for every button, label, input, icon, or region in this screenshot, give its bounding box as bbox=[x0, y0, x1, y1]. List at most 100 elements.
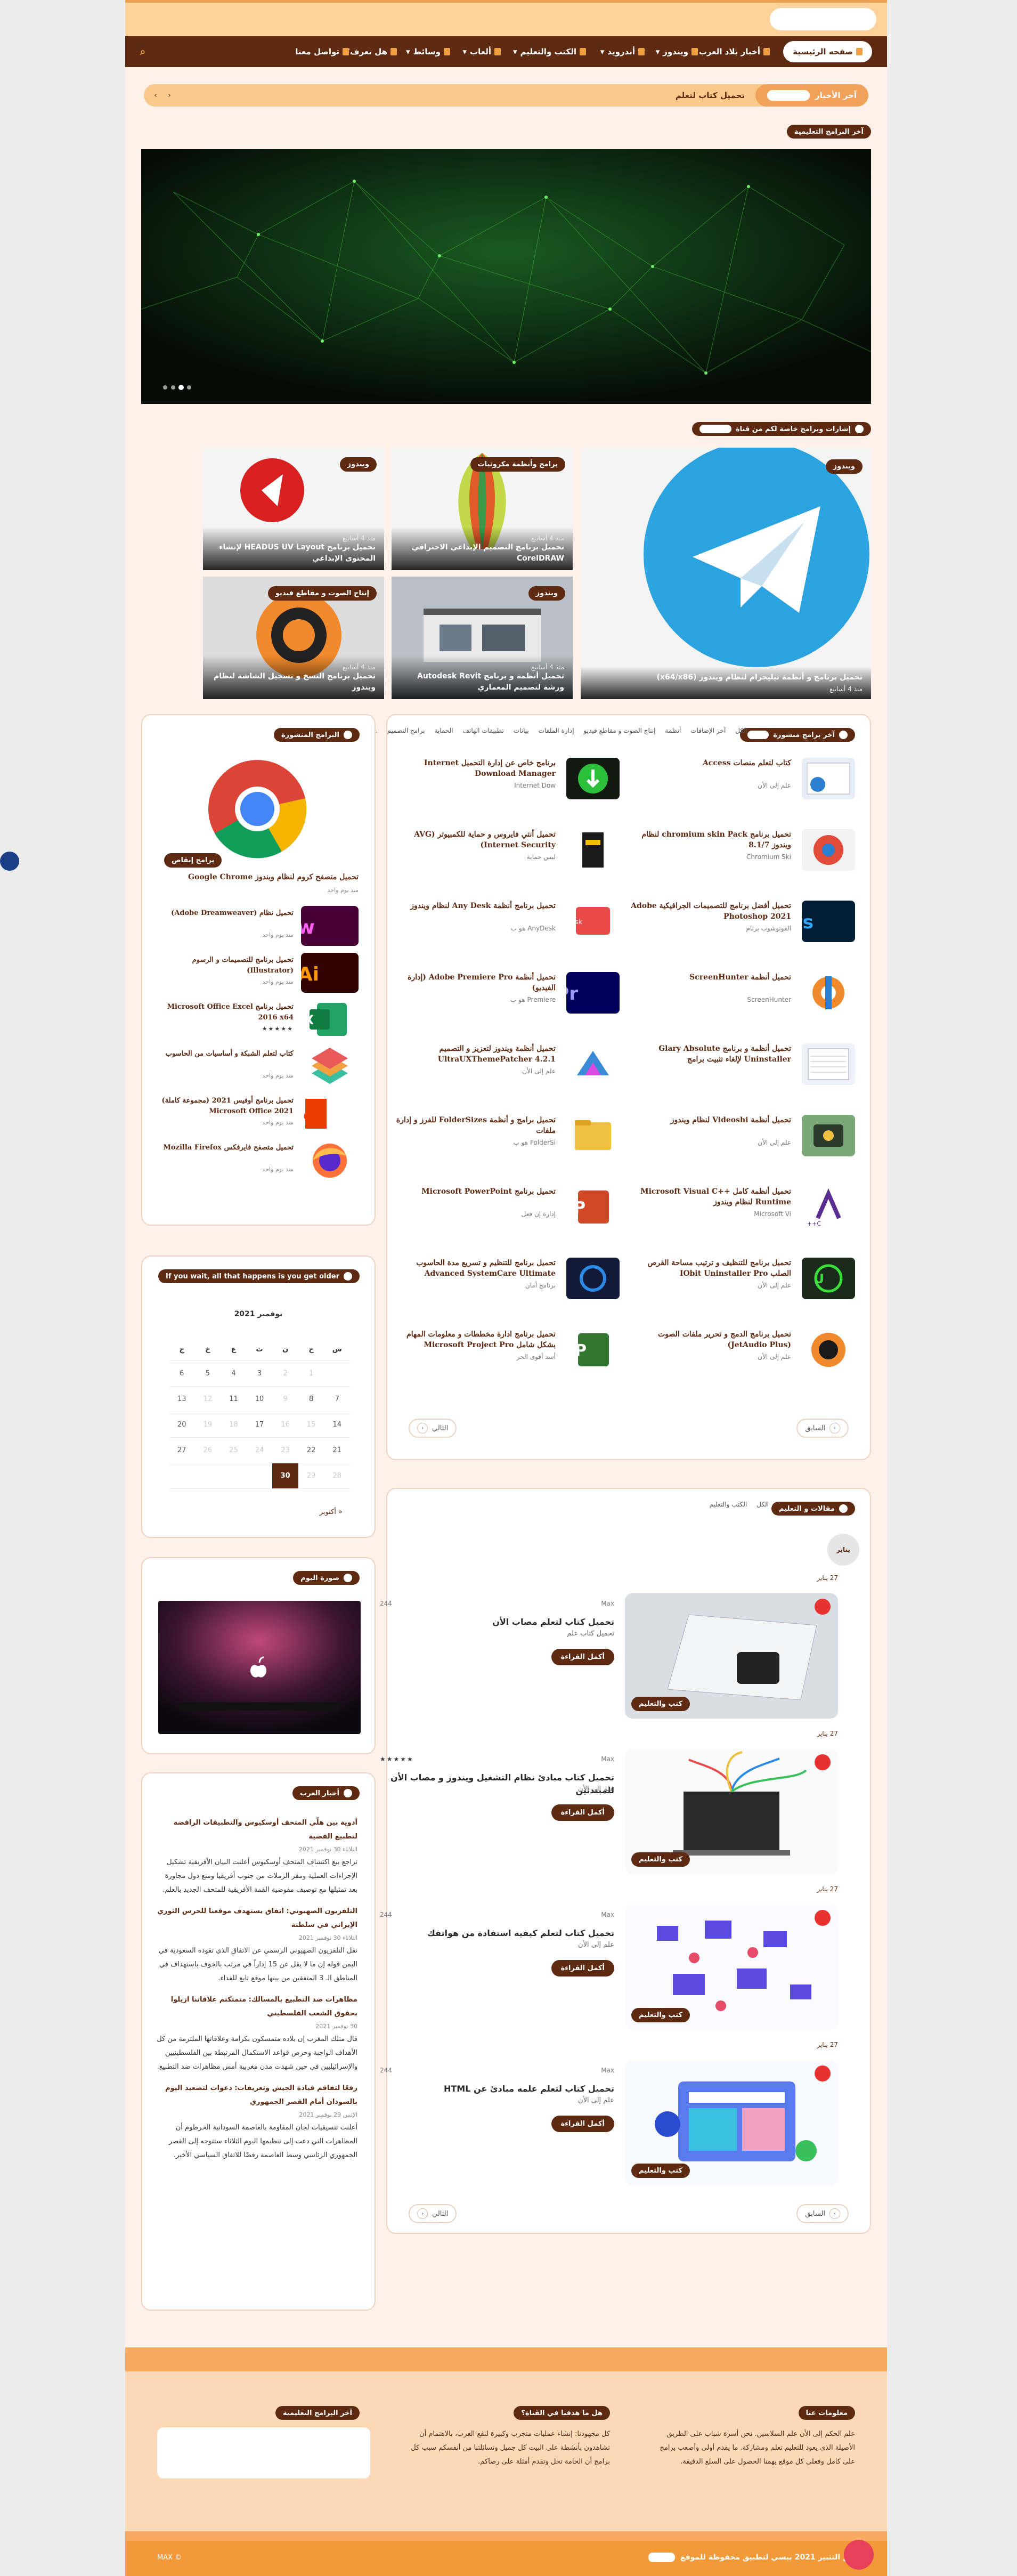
software-title[interactable]: تحميل برنامج Microsoft PowerPoint bbox=[390, 1186, 556, 1197]
accessibility-icon[interactable] bbox=[0, 852, 19, 871]
card-title[interactable]: تحميل برنامج النسخ و تسجيل الشاشة لنظام … bbox=[211, 671, 376, 693]
search-icon[interactable]: ⌕ bbox=[140, 36, 145, 67]
next-button[interactable]: التالي ‹ bbox=[409, 1419, 457, 1438]
software-title[interactable]: تحميل برنامج ادارة مخططات و معلومات المه… bbox=[390, 1329, 556, 1351]
featured-card[interactable]: برامج وأنظمة مكرونيات منذ 4 أسابيع تحميل… bbox=[392, 448, 573, 570]
popular-item[interactable]: X تحميل برنامج Microsoft Office Excel 20… bbox=[156, 1000, 359, 1040]
calendar-prev-link[interactable]: « أكتوبر bbox=[320, 1508, 343, 1516]
software-item[interactable]: تحميل برنامج الدمج و تحرير ملفات الصوت (… bbox=[626, 1329, 855, 1382]
card-category[interactable]: ويندوز bbox=[825, 459, 863, 474]
article-category[interactable]: كتب والتعليم bbox=[631, 2008, 690, 2022]
popular-item[interactable]: Dw تحميل نظام (Adobe Dreamweaver) منذ يو… bbox=[156, 906, 359, 946]
tab[interactable]: إدارة الملفات bbox=[539, 727, 574, 734]
popular-item-title[interactable]: تحميل نظام (Adobe Dreamweaver) bbox=[155, 908, 294, 919]
nav-item-did-you-know[interactable]: هل تعرف؟ bbox=[345, 36, 397, 67]
software-item[interactable]: Pr تحميل أنظمة Adobe Premiere Pro (إدارة… bbox=[390, 972, 620, 1025]
software-title[interactable]: تحميل أنظمة كامل Microsoft Visual C++ Ru… bbox=[626, 1186, 791, 1208]
popular-item[interactable]: Offi تحميل برنامج أوفيس 2021 (مجموعة كام… bbox=[156, 1093, 359, 1133]
article-category[interactable]: كتب والتعليم bbox=[631, 1852, 690, 1867]
software-title[interactable]: تحميل برامج و أنظمة FolderSizes للفرز و … bbox=[390, 1115, 556, 1137]
articles-next[interactable]: التالي ‹ bbox=[409, 2204, 457, 2223]
software-item[interactable]: تحميل أنتي فايروس و حماية للكمبيوتر (AVG… bbox=[390, 829, 620, 882]
software-item[interactable]: U تحميل برنامج للتنظيف و ترتيب مساحة الق… bbox=[626, 1258, 855, 1311]
popular-featured-title[interactable]: تحميل متصفح كروم لنظام ويندوز Google Chr… bbox=[156, 873, 359, 881]
popular-item-title[interactable]: تحميل متصفح فايرفكس Mozilla Firefox bbox=[155, 1143, 294, 1153]
software-item[interactable]: C++ تحميل أنظمة كامل Microsoft Visual C+… bbox=[626, 1186, 855, 1240]
article-item[interactable]: 27 يناير كتب والتعليم Max ★★★★★ تحميل كتا… bbox=[369, 1730, 838, 1875]
tab[interactable]: برامج التصميم bbox=[387, 727, 425, 734]
footer-subscribe-box[interactable] bbox=[157, 2427, 370, 2478]
article-title[interactable]: تحميل كتاب لتعلم علمه مبادئ عن HTML bbox=[380, 2083, 614, 2095]
software-title[interactable]: تحميل أنظمة Videoshi لنظام ويندوز bbox=[626, 1115, 791, 1125]
software-item[interactable]: تحميل أنظمة ScreenHunter ScreenHunter bbox=[626, 972, 855, 1025]
software-item[interactable]: تحميل برنامج للتنظيم و تسريع مدة الحاسوب… bbox=[390, 1258, 620, 1311]
popular-item-title[interactable]: تحميل برنامج Microsoft Office Excel 2016… bbox=[155, 1002, 294, 1023]
card-category[interactable]: ويندوز bbox=[339, 457, 377, 472]
nav-item-windows[interactable]: ويندوز ▾ bbox=[656, 36, 698, 67]
ticker-prev-icon[interactable]: ‹ bbox=[164, 90, 175, 101]
ticker-next-icon[interactable]: › bbox=[150, 90, 161, 101]
software-item[interactable]: تحميل أنظمة ويندوز لتعزيز و التصميم Ultr… bbox=[390, 1043, 620, 1097]
search-input[interactable] bbox=[770, 8, 876, 30]
article-title[interactable]: تحميل كتاب لتعلم مصاب الأن bbox=[380, 1616, 614, 1629]
tab[interactable]: بيانات bbox=[514, 727, 529, 734]
software-item[interactable]: برنامج خاص عن إدارة التحميل Internet Dow… bbox=[390, 758, 620, 811]
card-category[interactable]: ويندوز bbox=[528, 586, 565, 601]
read-more-button[interactable]: أكمل القراءة bbox=[551, 1960, 614, 1976]
prev-button[interactable]: › السابق bbox=[796, 1419, 849, 1438]
featured-card[interactable]: إنتاج الصوت و مقاطع فيديو منذ 4 أسابيع ت… bbox=[203, 577, 384, 699]
software-item[interactable]: تحميل أنظمة و برنامج Glary Absolute Unin… bbox=[626, 1043, 855, 1097]
calendar-today[interactable]: 30 bbox=[272, 1463, 298, 1489]
card-category[interactable]: برامج وأنظمة مكرونيات bbox=[470, 457, 565, 472]
featured-card[interactable]: ويندوز منذ 4 أسابيع تحميل أنظمة و برنامج… bbox=[392, 577, 573, 699]
nav-item-arab-news[interactable]: أخبار بلاد العرب bbox=[699, 36, 770, 67]
software-title[interactable]: تحميل برنامج للتنظيف و ترتيب مساحة القرص… bbox=[626, 1258, 791, 1279]
article-title[interactable]: تحميل كتاب لتعلم كيفية استفادة من هواتفك bbox=[380, 1927, 614, 1940]
popular-item-title[interactable]: تحميل برنامج للتصميمات و الرسوم (Illustr… bbox=[155, 955, 294, 976]
image-widget-photo[interactable] bbox=[158, 1601, 361, 1734]
card-title[interactable]: تحميل برنامج و أنظمة تيليجرام لنظام ويند… bbox=[589, 672, 863, 683]
tab[interactable]: الكل bbox=[756, 1501, 769, 1508]
software-title[interactable]: تحميل أنظمة و برنامج Glary Absolute Unin… bbox=[626, 1043, 791, 1065]
news-title[interactable]: مظاهرات ضد التطبيع بالمسالك: متمتكتم علا… bbox=[155, 1993, 357, 2021]
software-title[interactable]: تحميل برنامج أنظمة Any Desk لنظام ويندوز bbox=[390, 901, 556, 911]
popular-item[interactable]: Ai تحميل برنامج للتصميمات و الرسوم (Illu… bbox=[156, 953, 359, 993]
featured-card[interactable]: ويندوز تحميل برنامج و أنظمة تيليجرام لنظ… bbox=[581, 448, 871, 699]
article-item[interactable]: 27 يناير كتب والتعليم Max 244 تحميل كتاب … bbox=[369, 1885, 838, 2030]
nav-item-games[interactable]: ألعاب ▾ bbox=[463, 36, 501, 67]
software-title[interactable]: تحميل برنامج الدمج و تحرير ملفات الصوت (… bbox=[626, 1329, 791, 1351]
software-title[interactable]: كتاب لتعلم منصات Access bbox=[626, 758, 791, 768]
tab[interactable]: إنتاج الصوت و مقاطع فيديو bbox=[584, 727, 656, 734]
software-item[interactable]: تحميل برنامج chromium skin Pack لنظام وي… bbox=[626, 829, 855, 882]
popular-item-title[interactable]: تحميل برنامج أوفيس 2021 (مجموعة كاملة) M… bbox=[155, 1096, 294, 1116]
nav-item-books[interactable]: الكتب والتعليم ▾ bbox=[513, 36, 586, 67]
software-title[interactable]: تحميل أنظمة Adobe Premiere Pro (إدارة ال… bbox=[390, 972, 556, 994]
article-category[interactable]: كتب والتعليم bbox=[631, 2164, 690, 2178]
software-next[interactable]: التالي ‹ bbox=[409, 1419, 457, 1438]
card-title[interactable]: تحميل برنامج التصميم الإبداعي الاحترافي … bbox=[400, 542, 564, 564]
article-item[interactable]: 27 يناير كتب والتعليم Max 244 تحميل كتاب … bbox=[369, 1574, 838, 1719]
tab[interactable]: تطبيقات الهاتف bbox=[463, 727, 504, 734]
featured-card[interactable]: HEADUS ويندوز منذ 4 أسابيع تحميل برنامج … bbox=[203, 448, 384, 570]
read-more-button[interactable]: أكمل القراءة bbox=[551, 2116, 614, 2132]
articles-prev[interactable]: › السابق bbox=[796, 2204, 849, 2223]
software-title[interactable]: تحميل أنتي فايروس و حماية للكمبيوتر (AVG… bbox=[390, 829, 556, 851]
article-category[interactable]: كتب والتعليم bbox=[631, 1697, 690, 1711]
tab[interactable]: الكل bbox=[735, 727, 747, 734]
software-title[interactable]: تحميل برنامج للتنظيم و تسريع مدة الحاسوب… bbox=[390, 1258, 556, 1279]
news-title[interactable]: رفعًا لتفاقم قيادة الجيش وتعريفات: دعوات… bbox=[155, 2081, 357, 2109]
nav-item-contact[interactable]: تواصل معنا bbox=[295, 36, 349, 67]
read-more-button[interactable]: أكمل القراءة bbox=[551, 1649, 614, 1665]
software-title[interactable]: تحميل أفضل برنامج للتصميمات الجرافيكية A… bbox=[626, 901, 791, 922]
popular-item[interactable]: تحميل متصفح فايرفكس Mozilla Firefox منذ … bbox=[156, 1140, 359, 1180]
software-item[interactable]: Ps تحميل أفضل برنامج للتصميمات الجرافيكي… bbox=[626, 901, 855, 954]
software-item[interactable]: P تحميل برنامج Microsoft PowerPoint إدار… bbox=[390, 1186, 620, 1240]
software-title[interactable]: تحميل برنامج chromium skin Pack لنظام وي… bbox=[626, 829, 791, 851]
software-title[interactable]: برنامج خاص عن إدارة التحميل Internet Dow… bbox=[390, 758, 556, 780]
nav-item-media[interactable]: وسائط ▾ bbox=[406, 36, 450, 67]
nav-home[interactable]: صفحه الرئيسية bbox=[783, 41, 872, 62]
ticker-text[interactable]: تحميل كتاب لتعلم bbox=[676, 84, 745, 107]
read-more-button[interactable]: أكمل القراءة bbox=[551, 1804, 614, 1821]
chat-button[interactable] bbox=[844, 2540, 874, 2570]
software-title[interactable]: تحميل أنظمة ScreenHunter bbox=[626, 972, 791, 983]
